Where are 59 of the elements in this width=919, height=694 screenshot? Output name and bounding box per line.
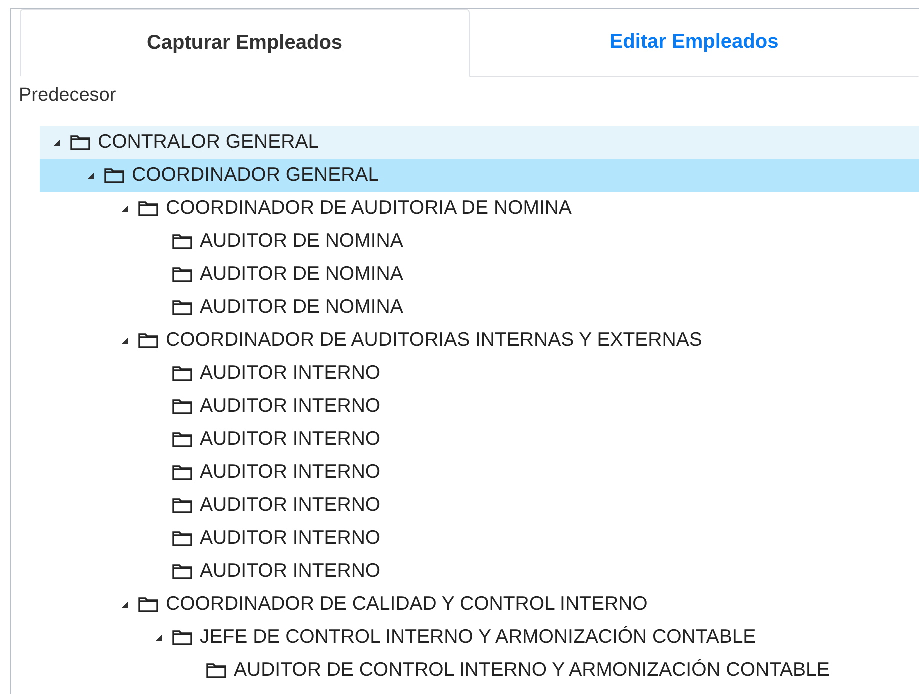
expand-toggle-icon[interactable] [120,600,130,610]
tree-row[interactable]: AUDITOR INTERNO [40,489,919,522]
tab[interactable]: Capturar Empleados [20,9,470,77]
tree-item-label: AUDITOR INTERNO [200,428,381,451]
expand-toggle-icon[interactable] [120,336,130,346]
folder-icon [206,662,227,679]
tree-item-label: COORDINADOR DE AUDITORIA DE NOMINA [166,197,572,220]
tree-row[interactable]: AUDITOR DE CONTROL INTERNO Y ARMONIZACIÓN CONTABLE [40,654,919,687]
expand-toggle-icon[interactable] [154,632,164,642]
tree-item-label: COORDINADOR DE AUDITORIAS INTERNAS Y EXTERNAS [166,329,702,352]
folder-icon [104,167,125,184]
folder-icon [138,200,159,217]
expand-toggle-icon[interactable] [52,138,62,148]
expand-toggle-icon[interactable] [120,204,130,214]
tree-item-label: CONTRALOR GENERAL [98,131,320,154]
folder-icon [172,398,193,415]
folder-icon [138,332,159,349]
folder-icon [172,629,193,646]
tree-item-label: AUDITOR INTERNO [200,527,381,550]
tree-row[interactable]: AUDITOR INTERNO [40,357,919,390]
tree-row[interactable]: COORDINADOR GENERAL [40,159,919,192]
tree-item-label: COORDINADOR GENERAL [132,164,380,187]
tree-item-label: AUDITOR INTERNO [200,362,381,385]
tree-item-label: JEFE DE CONTROL INTERNO Y ARMONIZACIÓN CONTABLE [200,626,756,649]
tree-row[interactable]: AUDITOR DE NOMINA [40,258,919,291]
tree-item-label: AUDITOR INTERNO [200,560,381,583]
tree-row[interactable]: COORDINADOR DE AUDITORIAS INTERNAS Y EXTERNAS [40,324,919,357]
tree-row[interactable]: AUDITOR DE NOMINA [40,291,919,324]
tree-item-label: COORDINADOR DE CALIDAD Y CONTROL INTERNO [166,593,648,616]
tree-item-label: AUDITOR INTERNO [200,494,381,517]
tree-item-label: AUDITOR INTERNO [200,395,381,418]
folder-icon [172,497,193,514]
tree-item-label: AUDITOR DE NOMINA [200,263,404,286]
tree-row[interactable]: AUDITOR INTERNO [40,522,919,555]
folder-icon [70,134,91,151]
tree-row[interactable]: COORDINADOR DE CALIDAD Y CONTROL INTERNO [40,588,919,621]
tree-item-label: AUDITOR DE CONTROL INTERNO Y ARMONIZACIÓN CONTABLE [234,659,830,682]
folder-icon [172,563,193,580]
tree-row[interactable]: AUDITOR INTERNO [40,390,919,423]
tree-row[interactable]: AUDITOR INTERNO [40,555,919,588]
folder-icon [172,431,193,448]
folder-icon [172,266,193,283]
tree-row[interactable]: JEFE DE CONTROL INTERNO Y ARMONIZACIÓN CONTABLE [40,621,919,654]
tree-item-label: AUDITOR DE NOMINA [200,230,404,253]
tree-item-label: AUDITOR DE NOMINA [200,296,404,319]
folder-icon [172,233,193,250]
folder-icon [138,596,159,613]
tree-row[interactable]: AUDITOR INTERNO [40,423,919,456]
tree-row[interactable]: CONTRALOR GENERAL [40,126,919,159]
tree-item-label: AUDITOR INTERNO [200,461,381,484]
folder-icon [172,530,193,547]
folder-icon [172,299,193,316]
field-label: Predecesor [18,84,118,108]
folder-icon [172,464,193,481]
tree-row[interactable]: COORDINADOR DE AUDITORIA DE NOMINA [40,192,919,225]
tree-row[interactable]: AUDITOR INTERNO [40,456,919,489]
expand-toggle-icon[interactable] [86,170,96,180]
folder-icon [172,365,193,382]
tree-row[interactable]: AUDITOR DE NOMINA [40,225,919,258]
